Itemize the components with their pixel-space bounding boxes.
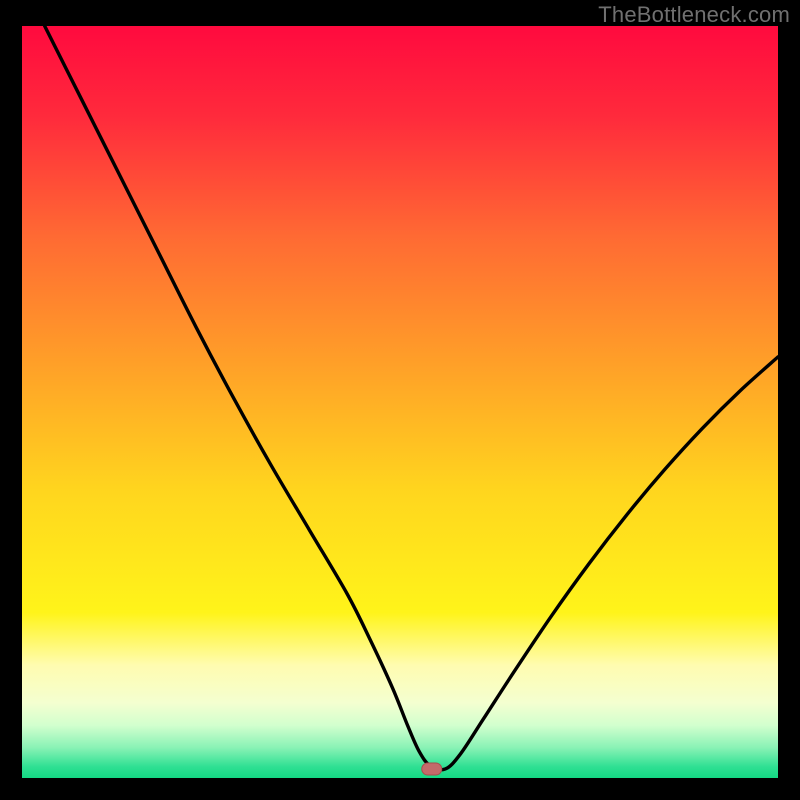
chart-svg xyxy=(22,26,778,778)
chart-frame: TheBottleneck.com xyxy=(0,0,800,800)
chart-plot-area xyxy=(22,26,778,778)
watermark-text: TheBottleneck.com xyxy=(598,2,790,28)
optimal-point-marker xyxy=(422,763,442,775)
chart-background xyxy=(22,26,778,778)
